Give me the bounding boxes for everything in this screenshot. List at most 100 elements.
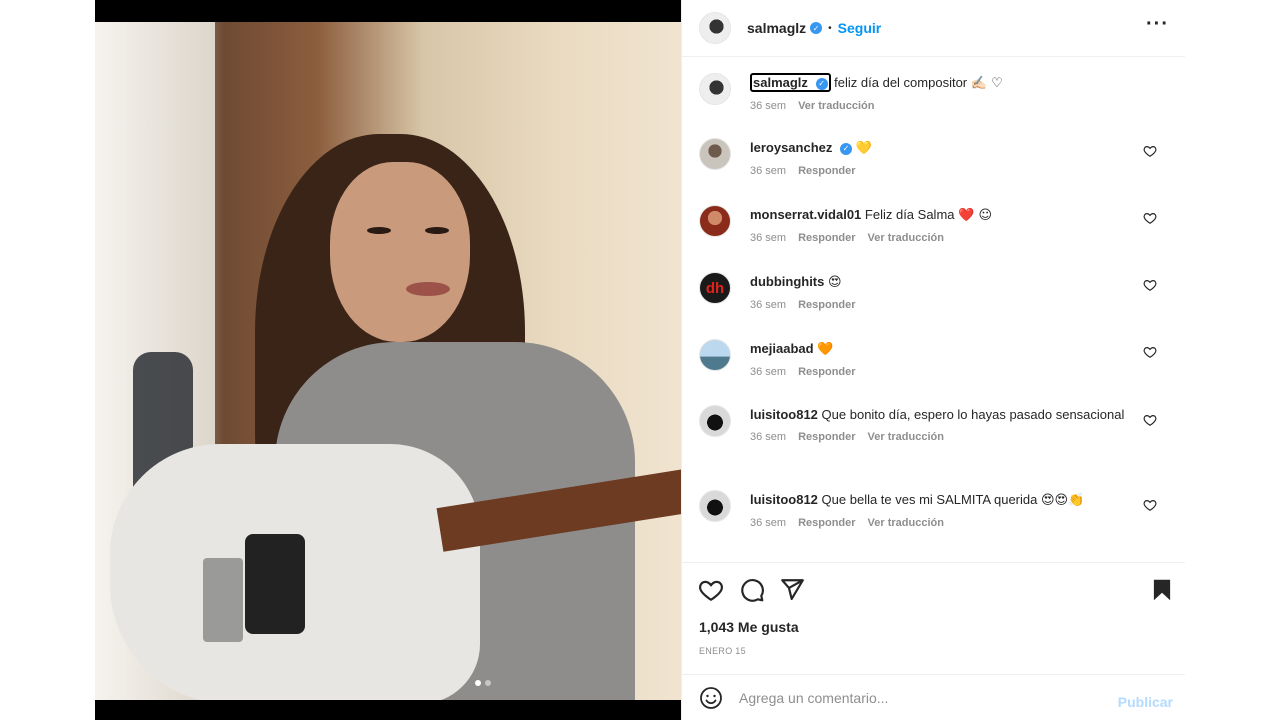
translate-link[interactable]: Ver traducción: [868, 232, 944, 244]
smiley-icon[interactable]: [699, 686, 723, 710]
caption-body: salmaglz ✓ feliz día del compositor ✍🏻 ♡…: [750, 73, 1140, 112]
comment-bubble-icon[interactable]: [739, 577, 765, 603]
carousel-indicator: [475, 680, 491, 686]
add-comment-bar: Publicar: [682, 674, 1185, 720]
caption-username-highlight[interactable]: salmaglz ✓: [750, 73, 831, 92]
commenter-avatar[interactable]: [699, 490, 731, 522]
comment-username[interactable]: monserrat.vidal01: [750, 207, 861, 222]
post-actions: 1,043 Me gusta ENERO 15: [682, 562, 1185, 674]
commenter-avatar[interactable]: dh: [699, 272, 731, 304]
post-panel: salmaglz ✓ • Seguir ··· salmaglz ✓ feliz…: [681, 0, 1185, 720]
translate-link[interactable]: Ver traducción: [798, 100, 874, 112]
comment-meta: 36 sem Responder: [750, 299, 1140, 311]
post-media: ›: [95, 0, 766, 720]
comments-list: salmaglz ✓ feliz día del compositor ✍🏻 ♡…: [682, 57, 1185, 562]
comment-content: Que bella te ves mi SALMITA querida: [821, 492, 1038, 507]
comment-content: Feliz día Salma: [864, 207, 955, 222]
comment-meta: 36 sem Responder: [750, 366, 1140, 378]
carousel-dot: [475, 680, 481, 686]
caption-time: 36 sem: [750, 100, 787, 112]
comment-time: 36 sem: [750, 232, 787, 244]
like-comment-heart-icon[interactable]: [1143, 498, 1157, 512]
photo-guitar-pickup: [245, 534, 305, 634]
commenter-avatar[interactable]: [699, 205, 731, 237]
comment-text: mejiaabad 🧡: [750, 339, 1140, 359]
comment-time: 36 sem: [750, 366, 787, 378]
comment-text: dubbinghits 😍: [750, 272, 1140, 292]
comment-item: monserrat.vidal01 Feliz día Salma ❤️ ☺ 3…: [699, 205, 1169, 244]
comment-body: monserrat.vidal01 Feliz día Salma ❤️ ☺ 3…: [750, 205, 1140, 244]
comment-time: 36 sem: [750, 165, 787, 177]
verified-badge-icon: ✓: [815, 77, 828, 90]
author-avatar[interactable]: [699, 73, 731, 105]
comment-username[interactable]: luisitoo812: [750, 492, 818, 507]
translate-link[interactable]: Ver traducción: [868, 517, 944, 529]
comment-input[interactable]: [739, 689, 1109, 706]
reply-link[interactable]: Responder: [798, 232, 855, 244]
comment-emoji: ❤️ ☺: [958, 208, 992, 223]
comment-text: luisitoo812 Que bonito día, espero lo ha…: [750, 405, 1140, 424]
reply-link[interactable]: Responder: [798, 366, 855, 378]
header-separator: •: [828, 22, 832, 34]
comment-item: leroysanchez ✓ 💛 36 sem Responder: [699, 138, 1169, 177]
post-photo[interactable]: [95, 22, 681, 700]
comment-time: 36 sem: [750, 431, 787, 443]
caption-meta: 36 sem Ver traducción: [750, 100, 1140, 112]
post-header: salmaglz ✓ • Seguir ···: [682, 0, 1185, 57]
comment-body: luisitoo812 Que bella te ves mi SALMITA …: [750, 490, 1140, 529]
author-username[interactable]: salmaglz: [747, 20, 806, 36]
comment-item: luisitoo812 Que bonito día, espero lo ha…: [699, 405, 1169, 443]
bookmark-save-icon[interactable]: [1149, 577, 1175, 603]
commenter-avatar[interactable]: [699, 138, 731, 170]
dubbinghits-logo: dh: [705, 279, 725, 297]
comment-username[interactable]: dubbinghits: [750, 274, 824, 289]
commenter-avatar[interactable]: [699, 339, 731, 371]
reply-link[interactable]: Responder: [798, 517, 855, 529]
reply-link[interactable]: Responder: [798, 299, 855, 311]
share-send-icon[interactable]: [779, 577, 805, 603]
comment-body: leroysanchez ✓ 💛 36 sem Responder: [750, 138, 1140, 177]
like-comment-heart-icon[interactable]: [1143, 413, 1157, 427]
author-avatar[interactable]: [699, 12, 731, 44]
photo-lips: [406, 282, 450, 296]
comment-time: 36 sem: [750, 299, 787, 311]
caption-content: feliz día del compositor: [834, 75, 968, 90]
comment-time: 36 sem: [750, 517, 787, 529]
reply-link[interactable]: Responder: [798, 431, 855, 443]
translate-link[interactable]: Ver traducción: [868, 431, 944, 443]
comment-item: luisitoo812 Que bella te ves mi SALMITA …: [699, 490, 1169, 529]
caption-emoji: ✍🏻 ♡: [970, 76, 1003, 91]
like-comment-heart-icon[interactable]: [1143, 211, 1157, 225]
carousel-dot: [485, 680, 491, 686]
photo-eye-left: [367, 227, 391, 234]
comment-username[interactable]: luisitoo812: [750, 407, 818, 422]
caption: salmaglz ✓ feliz día del compositor ✍🏻 ♡…: [699, 73, 1169, 112]
comment-text: monserrat.vidal01 Feliz día Salma ❤️ ☺: [750, 205, 1140, 225]
comment-body: dubbinghits 😍 36 sem Responder: [750, 272, 1140, 311]
caption-username[interactable]: salmaglz: [753, 75, 808, 90]
comment-meta: 36 sem Responder Ver traducción: [750, 232, 1140, 244]
like-comment-heart-icon[interactable]: [1143, 278, 1157, 292]
comment-emoji: 🧡: [817, 342, 834, 357]
comment-emoji: 😍: [828, 275, 842, 290]
like-comment-heart-icon[interactable]: [1143, 144, 1157, 158]
comment-meta: 36 sem Responder Ver traducción: [750, 431, 1140, 443]
photo-face: [330, 162, 470, 342]
commenter-avatar[interactable]: [699, 405, 731, 437]
like-comment-heart-icon[interactable]: [1143, 345, 1157, 359]
verified-badge-icon: ✓: [840, 142, 852, 155]
comment-text: leroysanchez ✓ 💛: [750, 138, 1140, 158]
likes-count[interactable]: 1,043 Me gusta: [699, 619, 799, 635]
post-date: ENERO 15: [699, 646, 746, 656]
more-options-icon[interactable]: ···: [1146, 13, 1169, 36]
comment-username[interactable]: leroysanchez: [750, 140, 832, 155]
follow-button[interactable]: Seguir: [838, 20, 882, 36]
comment-item: mejiaabad 🧡 36 sem Responder: [699, 339, 1169, 378]
comment-emoji: 💛: [855, 141, 872, 156]
comment-username[interactable]: mejiaabad: [750, 341, 814, 356]
comment-body: luisitoo812 Que bonito día, espero lo ha…: [750, 405, 1140, 443]
reply-link[interactable]: Responder: [798, 165, 855, 177]
publish-button[interactable]: Publicar: [1118, 694, 1173, 710]
comment-item: dh dubbinghits 😍 36 sem Responder: [699, 272, 1169, 311]
like-heart-icon[interactable]: [698, 577, 724, 603]
